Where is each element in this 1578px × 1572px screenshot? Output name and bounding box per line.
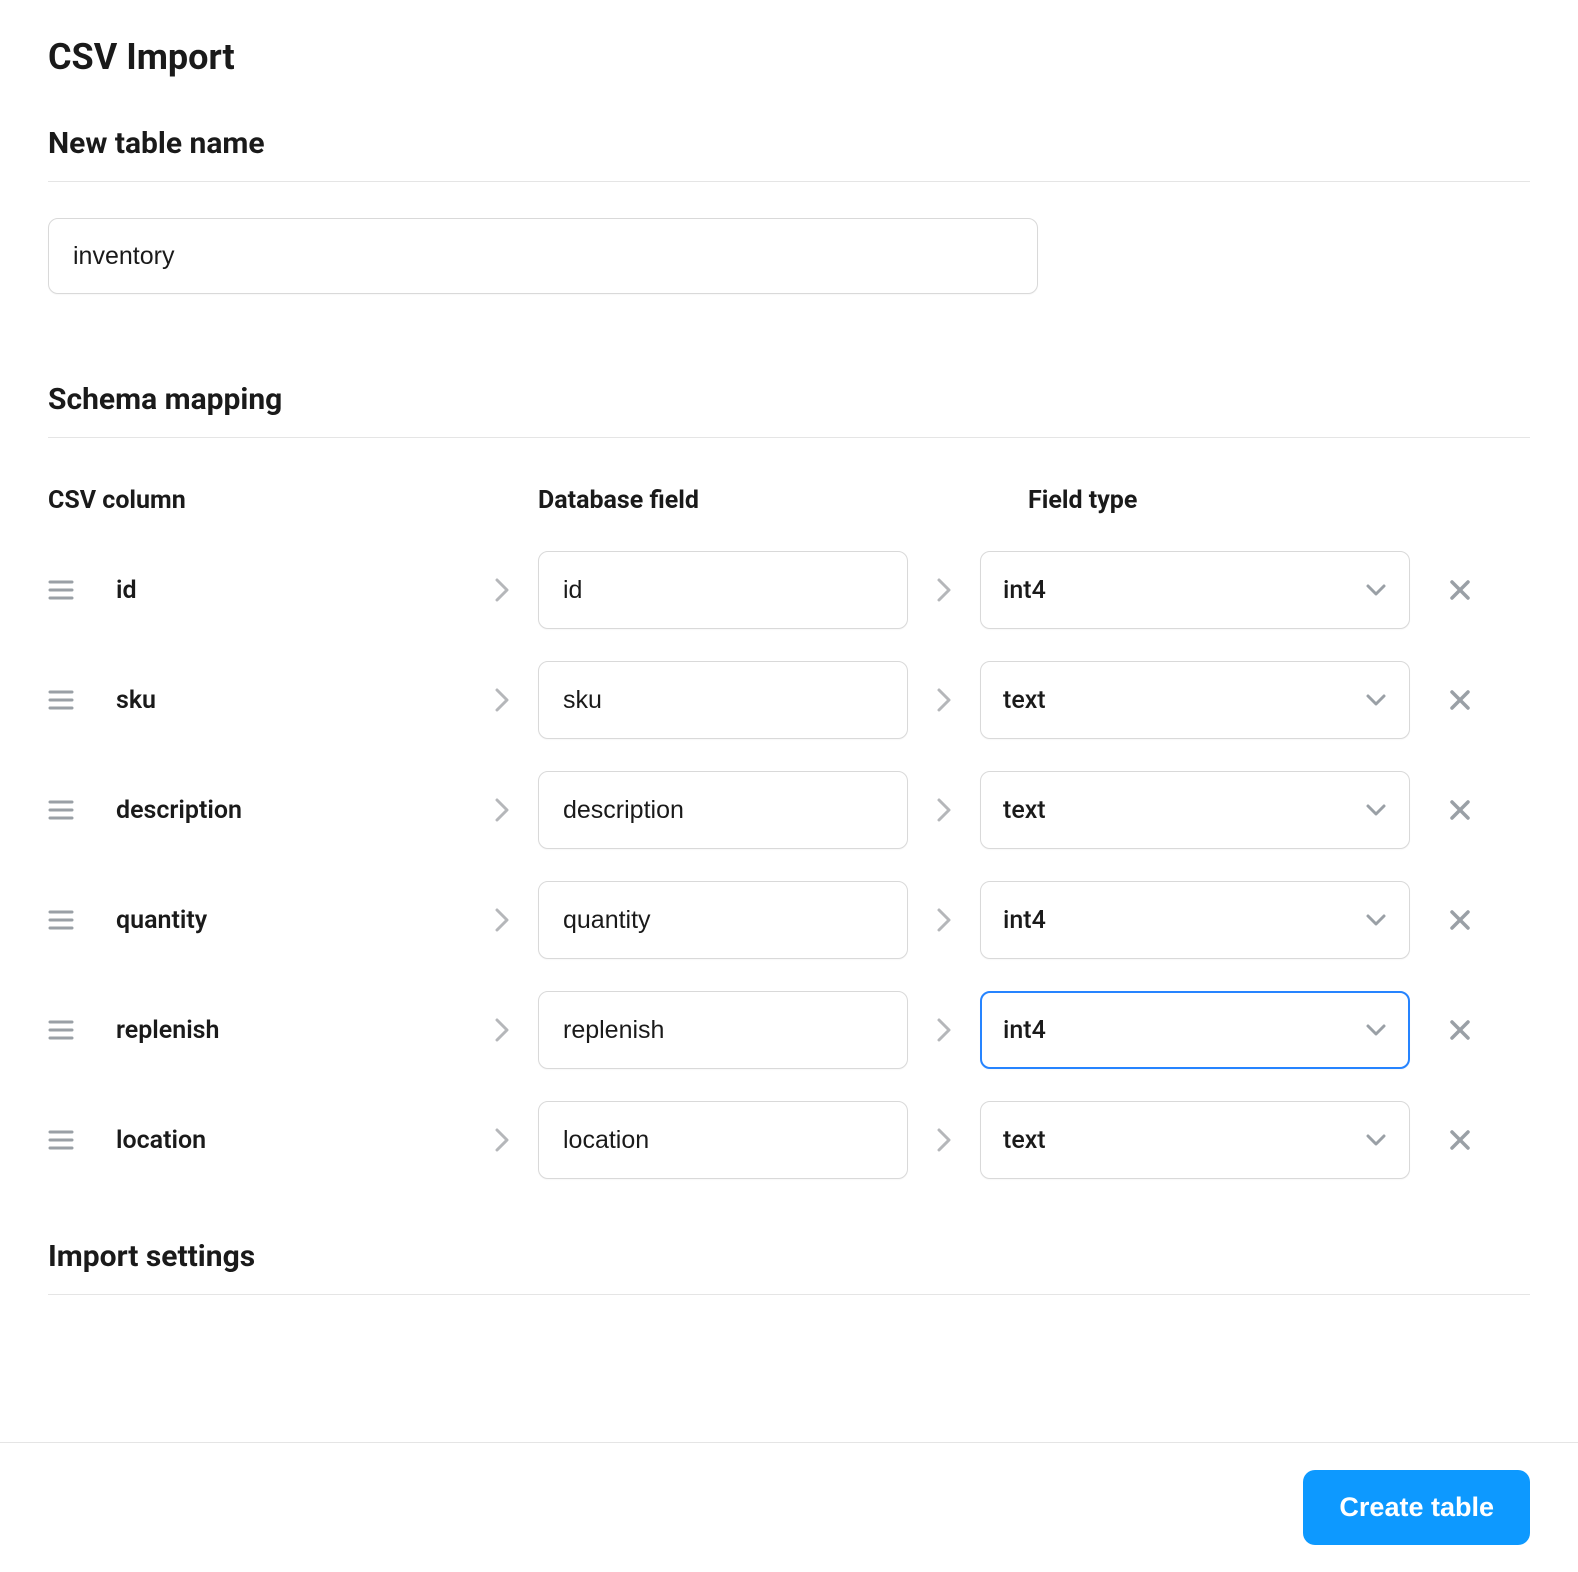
header-field-type: Field type [1028, 486, 1458, 515]
mapping-row: sku text [48, 661, 1530, 739]
table-name-input[interactable] [48, 218, 1038, 294]
section-import-settings: Import settings [48, 1239, 1530, 1295]
chevron-down-icon [1365, 693, 1387, 707]
remove-row-button[interactable] [1440, 1120, 1480, 1160]
mapping-row: description text [48, 771, 1530, 849]
mapping-row: id int4 [48, 551, 1530, 629]
chevron-right-icon [466, 687, 538, 713]
remove-row-button[interactable] [1440, 900, 1480, 940]
chevron-right-icon [908, 797, 980, 823]
field-type-select[interactable]: int4 [980, 991, 1410, 1069]
chevron-down-icon [1365, 583, 1387, 597]
header-database-field: Database field [538, 486, 1028, 515]
csv-column-label: description [116, 796, 466, 825]
drag-handle-icon[interactable] [48, 1129, 116, 1151]
csv-column-label: sku [116, 686, 466, 715]
database-field-input[interactable] [538, 881, 908, 959]
close-icon [1448, 1128, 1472, 1152]
remove-row-button[interactable] [1440, 680, 1480, 720]
remove-row-button[interactable] [1440, 570, 1480, 610]
csv-column-label: location [116, 1126, 466, 1155]
chevron-down-icon [1365, 1133, 1387, 1147]
field-type-value: text [1003, 796, 1046, 825]
field-type-value: text [1003, 1126, 1046, 1155]
chevron-right-icon [908, 1127, 980, 1153]
field-type-select[interactable]: int4 [980, 551, 1410, 629]
field-type-select[interactable]: text [980, 661, 1410, 739]
chevron-down-icon [1365, 1023, 1387, 1037]
field-type-select[interactable]: text [980, 771, 1410, 849]
page-title: CSV Import [48, 36, 1530, 78]
header-csv-column: CSV column [48, 486, 538, 515]
chevron-down-icon [1365, 913, 1387, 927]
schema-column-headers: CSV column Database field Field type [48, 486, 1530, 515]
chevron-right-icon [908, 687, 980, 713]
chevron-right-icon [466, 1017, 538, 1043]
database-field-input[interactable] [538, 991, 908, 1069]
chevron-right-icon [466, 907, 538, 933]
create-table-button[interactable]: Create table [1303, 1470, 1530, 1545]
database-field-input[interactable] [538, 551, 908, 629]
close-icon [1448, 908, 1472, 932]
import-settings-heading: Import settings [48, 1239, 1530, 1295]
database-field-input[interactable] [538, 661, 908, 739]
drag-handle-icon[interactable] [48, 799, 116, 821]
chevron-right-icon [466, 1127, 538, 1153]
drag-handle-icon[interactable] [48, 579, 116, 601]
mapping-row: replenish int4 [48, 991, 1530, 1069]
mapping-rows-container: id int4 [48, 551, 1530, 1179]
close-icon [1448, 1018, 1472, 1042]
chevron-right-icon [908, 577, 980, 603]
close-icon [1448, 688, 1472, 712]
remove-row-button[interactable] [1440, 790, 1480, 830]
section-table-name: New table name [48, 126, 1530, 294]
drag-handle-icon[interactable] [48, 909, 116, 931]
table-name-heading: New table name [48, 126, 1530, 182]
drag-handle-icon[interactable] [48, 1019, 116, 1041]
schema-heading: Schema mapping [48, 382, 1530, 438]
field-type-value: int4 [1003, 906, 1046, 935]
chevron-down-icon [1365, 803, 1387, 817]
chevron-right-icon [908, 907, 980, 933]
close-icon [1448, 798, 1472, 822]
chevron-right-icon [908, 1017, 980, 1043]
mapping-row: quantity int4 [48, 881, 1530, 959]
field-type-select[interactable]: int4 [980, 881, 1410, 959]
section-schema-mapping: Schema mapping CSV column Database field… [48, 382, 1530, 1179]
csv-column-label: quantity [116, 906, 466, 935]
csv-column-label: id [116, 576, 466, 605]
csv-column-label: replenish [116, 1016, 466, 1045]
close-icon [1448, 578, 1472, 602]
field-type-select[interactable]: text [980, 1101, 1410, 1179]
drag-handle-icon[interactable] [48, 689, 116, 711]
field-type-value: text [1003, 686, 1046, 715]
field-type-value: int4 [1003, 576, 1046, 605]
field-type-value: int4 [1003, 1016, 1046, 1045]
database-field-input[interactable] [538, 771, 908, 849]
database-field-input[interactable] [538, 1101, 908, 1179]
footer-bar: Create table [0, 1442, 1578, 1572]
chevron-right-icon [466, 577, 538, 603]
mapping-row: location text [48, 1101, 1530, 1179]
remove-row-button[interactable] [1440, 1010, 1480, 1050]
chevron-right-icon [466, 797, 538, 823]
